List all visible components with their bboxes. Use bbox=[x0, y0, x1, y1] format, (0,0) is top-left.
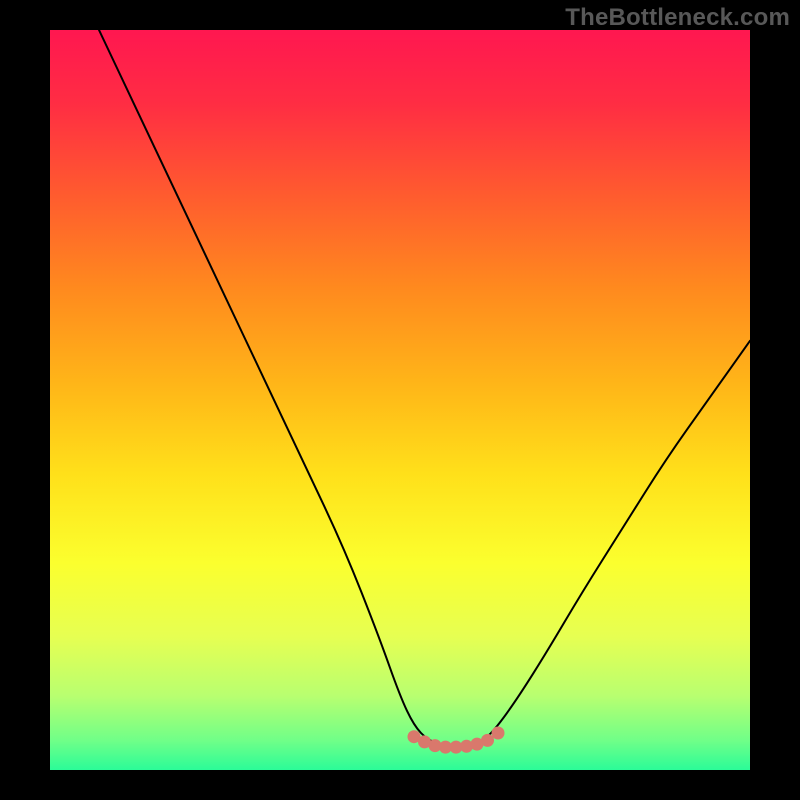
contact-marker-dot bbox=[481, 734, 494, 747]
plot-area bbox=[50, 30, 750, 770]
chart-frame: TheBottleneck.com bbox=[0, 0, 800, 800]
gradient-background bbox=[50, 30, 750, 770]
watermark-text: TheBottleneck.com bbox=[565, 4, 790, 32]
contact-marker-dot bbox=[492, 727, 505, 740]
plot-svg bbox=[50, 30, 750, 770]
